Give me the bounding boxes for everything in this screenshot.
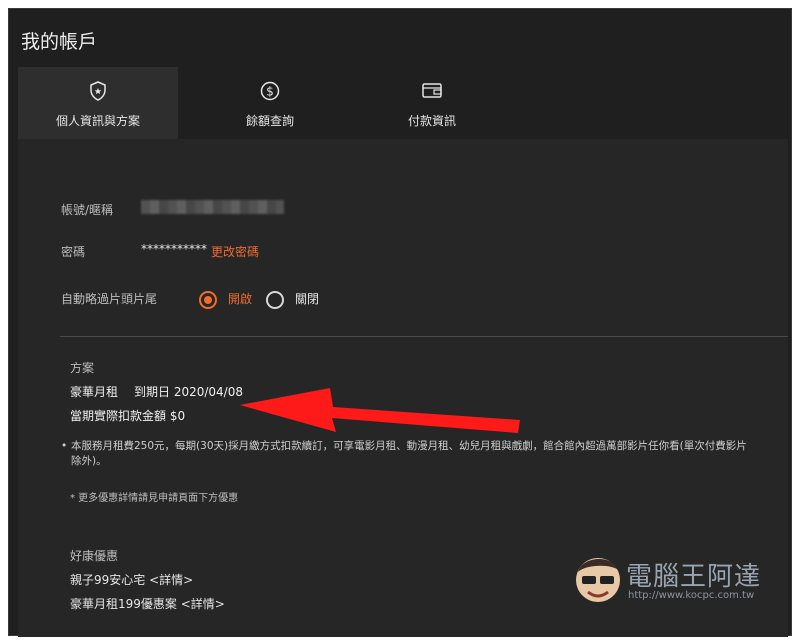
watermark-url: http://www.kocpc.com.tw bbox=[628, 590, 755, 601]
watermark-logo bbox=[572, 550, 626, 610]
annotation-arrow bbox=[240, 388, 520, 433]
watermark-text: 電腦王阿達 bbox=[626, 562, 762, 592]
